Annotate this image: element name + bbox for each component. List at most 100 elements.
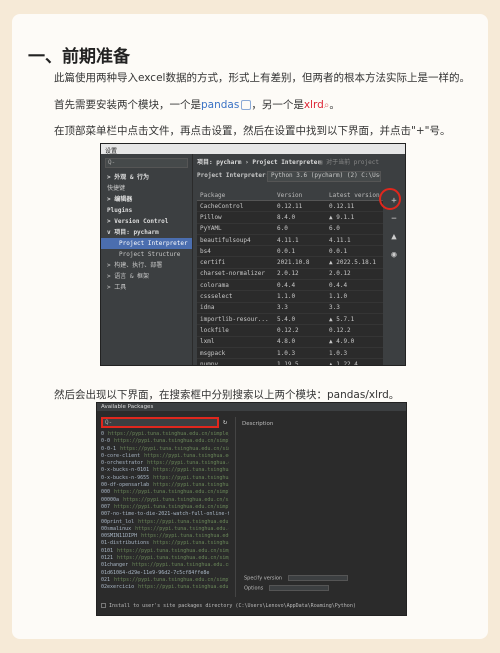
sidebar-item[interactable]: Plugins [101, 205, 192, 216]
specify-version-label[interactable]: Specify version [244, 576, 282, 582]
table-cell: 2.0.12 [329, 270, 351, 278]
package-url: https://pypi.tuna.tsinghua.edu.cn/simple… [117, 555, 229, 562]
pandas-link[interactable]: pandas [201, 99, 239, 111]
sidebar-item[interactable]: 快捷键 [101, 183, 192, 194]
options-field[interactable] [269, 585, 330, 591]
table-cell: CacheControl [200, 202, 244, 210]
table-cell: 1.1.0 [277, 293, 296, 301]
table-row[interactable]: PyYAML 6.0 6.0 [197, 224, 383, 235]
version-select[interactable] [288, 575, 349, 581]
list-item[interactable]: 00000a https://pypi.tuna.tsinghua.edu.cn/… [101, 497, 229, 504]
list-item[interactable]: 021 https://pypi.tuna.tsinghua.edu.cn/sim… [101, 577, 229, 584]
table-cell: 4.11.1 [277, 236, 299, 244]
table-cell: 2021.10.8 [277, 259, 310, 267]
package-url: https://pypi.tuna.tsinghua.edu.cn/simple… [114, 438, 229, 445]
table-header: Package Version Latest version [197, 192, 383, 201]
package-name: 000 [101, 489, 111, 496]
list-item[interactable]: 00print_lol https://pypi.tuna.tsinghua.ed… [101, 519, 229, 526]
package-url: https://pypi.tuna.tsinghua.edu.cn/simple… [153, 482, 229, 489]
table-cell: 0.12.2 [329, 326, 351, 334]
description-panel: Description Specify version Options [235, 417, 402, 597]
table-cell: certifi [200, 259, 226, 267]
sidebar-item[interactable]: Project Structure [101, 249, 192, 260]
list-item[interactable]: 0-x-bucks-n-0101 https://pypi.tuna.tsingh… [101, 467, 229, 474]
sidebar-item[interactable]: > 工具 [101, 282, 192, 293]
settings-screenshot: 设置 Q- > 外观 & 行为 快捷键 > 编辑器 Plugins > Versio… [100, 143, 406, 366]
table-cell: lockfile [200, 326, 229, 334]
list-item[interactable]: 0-0-1 https://pypi.tuna.tsinghua.edu.cn/s… [101, 446, 229, 453]
list-item[interactable]: 007 https://pypi.tuna.tsinghua.edu.cn/sim… [101, 504, 229, 511]
table-row[interactable]: msgpack 1.0.3 1.0.3 [197, 348, 383, 360]
list-item[interactable]: 0-0 https://pypi.tuna.tsinghua.edu.cn/sim… [101, 438, 229, 445]
column-header[interactable]: Package [197, 192, 271, 200]
list-item[interactable]: 01changer https://pypi.tuna.tsinghua.edu.… [101, 562, 229, 569]
table-row[interactable]: numpy 1.19.5 ▲ 1.22.4 [197, 359, 383, 366]
interpreter-select[interactable]: Python 3.6 (pycharm) (2) C:\Use [267, 171, 381, 182]
remove-package-button[interactable]: − [383, 210, 405, 228]
sidebar-item[interactable]: > 编辑器 [101, 194, 192, 205]
section-heading: 一、前期准备 [28, 47, 130, 67]
sidebar-item[interactable]: > 外观 & 行为 [101, 172, 192, 183]
table-cell: ▲ 2022.5.18.1 [329, 259, 376, 267]
install-user-option[interactable]: Install to user's site packages director… [101, 603, 356, 609]
list-item[interactable]: 02exercicio https://pypi.tuna.tsinghua.ed… [101, 584, 229, 591]
table-cell: 2.0.12 [277, 270, 299, 278]
table-row[interactable]: importlib-resour... 5.4.0 ▲ 5.7.1 [197, 314, 383, 326]
list-item[interactable]: 00-df-opensarlab https://pypi.tuna.tsingh… [101, 482, 229, 489]
list-item[interactable]: 00smalinux https://pypi.tuna.tsinghua.edu… [101, 526, 229, 533]
table-row[interactable]: cssselect 1.1.0 1.1.0 [197, 291, 383, 303]
package-name: 0-x-bucks-n-9655 [101, 474, 150, 481]
table-row[interactable]: idna 3.3 3.3 [197, 303, 383, 314]
table-cell: 4.8.0 [277, 338, 296, 346]
table-row[interactable]: Pillow 8.4.0 ▲ 9.1.1 [197, 212, 383, 224]
package-name: 01-distributions [101, 540, 150, 547]
list-item[interactable]: 0 https://pypi.tuna.tsinghua.edu.cn/simpl… [101, 431, 229, 438]
table-row[interactable]: lockfile 0.12.2 0.12.2 [197, 325, 383, 337]
column-header[interactable]: Version [271, 192, 323, 200]
package-url: https://pypi.tuna.tsinghua.edu.cn/simple… [132, 562, 229, 569]
table-row[interactable]: colorama 0.4.4 0.4.4 [197, 280, 383, 292]
upgrade-package-button[interactable]: ▲ [383, 228, 405, 246]
table-row[interactable]: charset-normalizer 2.0.12 2.0.12 [197, 269, 383, 281]
intro-paragraph: 此篇使用两种导入excel数据的方式，形式上有差别，但两者的根本方法实际上是一样… [54, 72, 470, 84]
package-name: 00SMIN11DIPH [101, 533, 138, 540]
table-cell: 1.0.3 [329, 349, 348, 357]
list-item[interactable]: 000 https://pypi.tuna.tsinghua.edu.cn/sim… [101, 489, 229, 496]
list-item[interactable]: 0-x-bucks-n-9655 https://pypi.tuna.tsingh… [101, 475, 229, 482]
table-cell: 6.0 [329, 225, 340, 233]
list-item[interactable]: 007-no-time-to-die-2021-watch-full-onlin… [101, 511, 229, 518]
table-row[interactable]: lxml 4.8.0 ▲ 4.9.0 [197, 337, 383, 348]
column-header[interactable]: Latest version [323, 192, 383, 200]
list-item[interactable]: 0-core-client https://pypi.tuna.tsinghua.… [101, 453, 229, 460]
document-icon [241, 100, 252, 110]
sidebar-item[interactable]: > 构建、执行、部署 [101, 260, 192, 271]
breadcrumb-scope: ▣ 对于当前 project [318, 159, 379, 166]
options-label[interactable]: Options [244, 586, 263, 592]
refresh-icon[interactable]: ↻ [223, 418, 227, 426]
list-item[interactable]: 0-orchestrator https://pypi.tuna.tsinghua… [101, 460, 229, 467]
table-row[interactable]: certifi 2021.10.8 ▲ 2022.5.18.1 [197, 257, 383, 269]
sidebar-item[interactable]: Project Interpreter [101, 238, 192, 249]
table-row[interactable]: bs4 0.0.1 0.0.1 [197, 246, 383, 258]
show-early-releases-icon[interactable]: ◉ [383, 246, 405, 264]
package-search-input[interactable]: Q- [101, 417, 219, 428]
xlrd-link[interactable]: xlrd [304, 99, 324, 111]
table-cell: numpy [200, 360, 219, 366]
list-item[interactable]: 00SMIN11DIPH https://pypi.tuna.tsinghua.e… [101, 533, 229, 540]
table-cell: 3.3 [277, 304, 288, 312]
list-item[interactable]: 01-distributions https://pypi.tuna.tsingh… [101, 540, 229, 547]
package-table: Package Version Latest version CacheCont… [197, 192, 383, 365]
sidebar-item[interactable]: > 语言 & 框架 [101, 271, 192, 282]
package-name: 0-0-1 [101, 445, 117, 452]
list-item[interactable]: 01d61084-d29e-11e9-96d2-7c5cf84ffe8e [101, 570, 229, 577]
table-row[interactable]: CacheControl 0.12.11 0.12.11 [197, 201, 383, 213]
settings-search[interactable]: Q- [105, 158, 188, 168]
list-item[interactable]: 0101 https://pypi.tuna.tsinghua.edu.cn/si… [101, 548, 229, 555]
sidebar-item[interactable]: > Version Control [101, 216, 192, 227]
install-checkbox[interactable] [101, 603, 106, 608]
table-cell: 1.0.3 [277, 349, 296, 357]
list-item[interactable]: 0121 https://pypi.tuna.tsinghua.edu.cn/si… [101, 555, 229, 562]
sidebar-item[interactable]: v 项目: pycharm [101, 227, 192, 238]
table-row[interactable]: beautifulsoup4 4.11.1 4.11.1 [197, 235, 383, 247]
package-url: https://pypi.tuna.tsinghua.edu.cn/simple… [138, 518, 229, 525]
